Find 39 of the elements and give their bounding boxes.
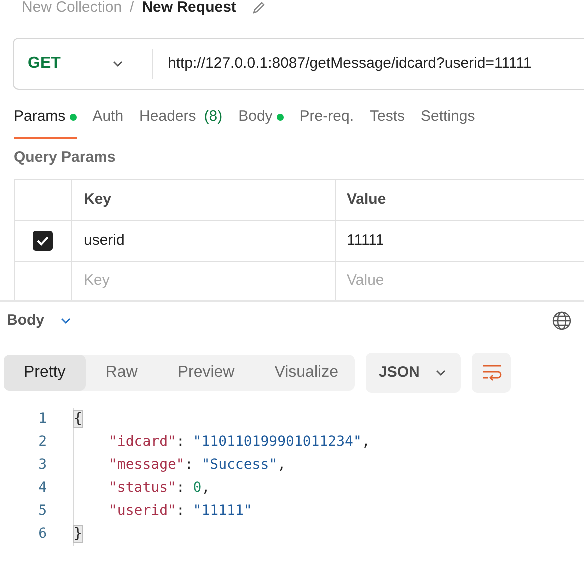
format-dropdown[interactable]: JSON xyxy=(366,353,461,393)
code-line: "status": 0, xyxy=(109,479,210,498)
wrap-lines-button[interactable] xyxy=(472,353,511,393)
section-title: Query Params xyxy=(14,148,117,168)
table-cell[interactable]: userid xyxy=(72,221,336,261)
line-number: 1 xyxy=(38,410,48,429)
view-tab[interactable]: Raw xyxy=(86,355,158,391)
breadcrumb-link[interactable]: New Collection xyxy=(22,0,122,16)
table-cell[interactable]: 11111 xyxy=(336,221,584,261)
line-number: 6 xyxy=(38,525,48,544)
view-tab[interactable]: Preview xyxy=(158,355,255,391)
request-tab[interactable]: Settings xyxy=(421,106,476,138)
body-dropdown[interactable]: Body xyxy=(7,310,72,332)
pencil-icon[interactable] xyxy=(252,1,266,15)
checkbox[interactable] xyxy=(33,231,53,251)
view-tab[interactable]: Visualize xyxy=(254,355,358,391)
request-tab[interactable]: Pre-req. xyxy=(300,106,354,138)
checkmark-icon xyxy=(36,234,50,248)
line-number: 3 xyxy=(38,456,48,475)
line-number: 4 xyxy=(38,479,48,498)
column-header: Key xyxy=(72,180,336,220)
wrap-lines-icon xyxy=(480,364,502,382)
method-dropdown[interactable]: GET xyxy=(14,39,139,89)
request-tab[interactable]: Body xyxy=(238,106,284,138)
breadcrumb-separator: / xyxy=(130,0,134,16)
code-line: "idcard": "110110199901011234", xyxy=(109,433,370,452)
request-name: New Request xyxy=(142,0,236,16)
view-tab[interactable]: Pretty xyxy=(4,355,86,391)
code-line: "userid": "11111" xyxy=(109,502,252,521)
line-number: 2 xyxy=(38,433,48,452)
url-field[interactable]: http://127.0.0.1:8087/getMessage/idcard?userid=11111 xyxy=(168,52,532,76)
request-tab[interactable]: Tests xyxy=(370,106,405,138)
line-number: 5 xyxy=(38,502,48,521)
column-header: Value xyxy=(346,190,388,210)
request-tab[interactable]: Auth xyxy=(92,106,124,138)
code-line: "message": "Success", xyxy=(109,456,286,475)
globe-icon[interactable] xyxy=(552,311,572,331)
request-tab[interactable]: Headers (8) xyxy=(140,106,223,138)
request-tab[interactable]: Params xyxy=(14,106,77,138)
